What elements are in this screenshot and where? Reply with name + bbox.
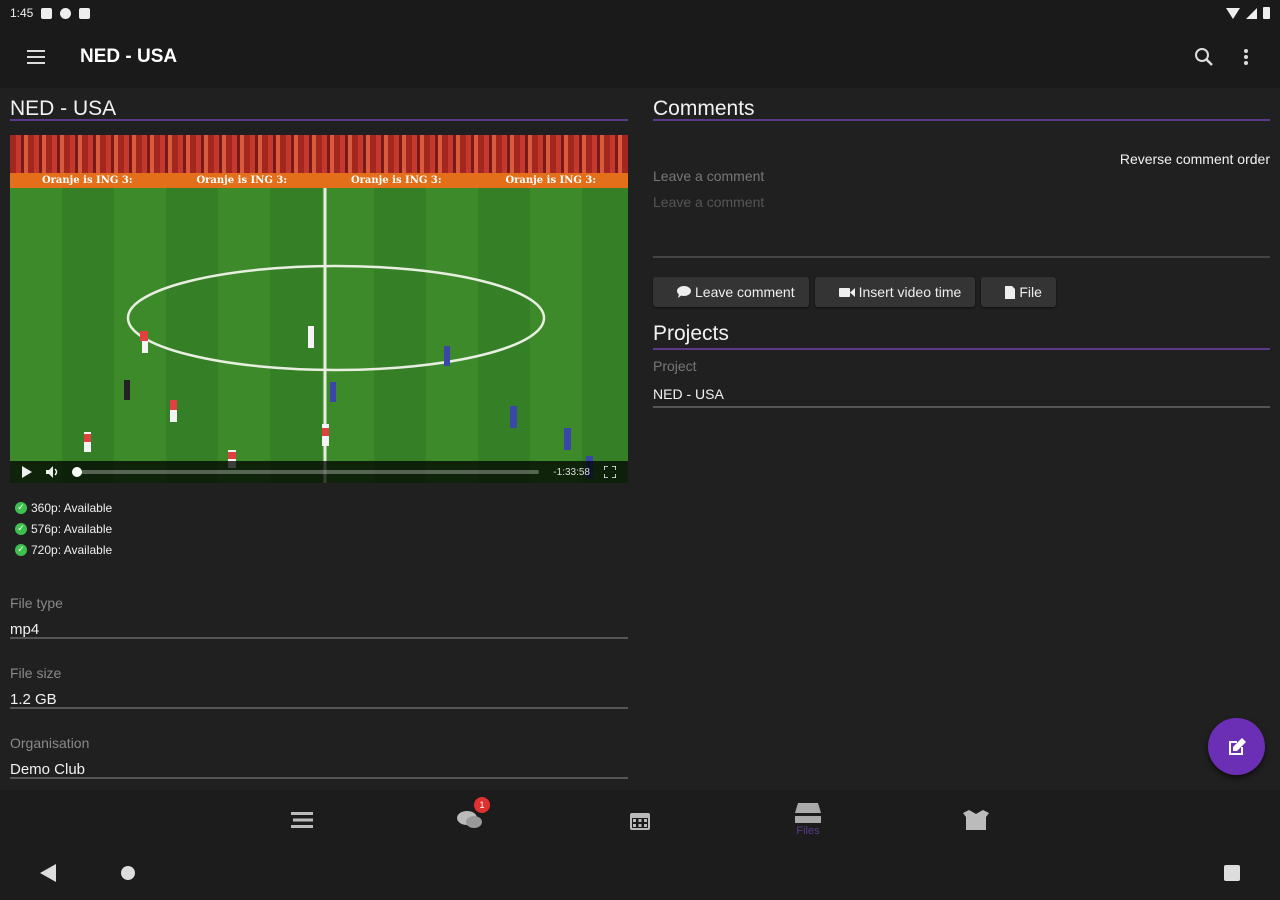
play-icon[interactable]	[22, 466, 32, 478]
nav-item-box[interactable]	[946, 790, 1006, 850]
volume-icon[interactable]	[46, 466, 60, 478]
video-progress-bar[interactable]	[72, 467, 540, 477]
nav-item-list[interactable]	[272, 790, 332, 850]
leave-comment-button[interactable]: Leave comment	[653, 277, 809, 307]
project-field[interactable]: Project NED - USA	[653, 350, 1270, 408]
chat-badge: 1	[474, 797, 490, 813]
quality-item: ✓ 720p: Available	[10, 539, 628, 560]
video-controls: -1:33:58	[10, 461, 628, 483]
comments-panel: Comments Reverse comment order Leave a c…	[653, 88, 1270, 408]
projects-section: Projects Project NED - USA	[653, 318, 1270, 408]
file-title: NED - USA	[10, 88, 628, 121]
video-frame-banner: Oranje is ING 3: Oranje is ING 3: Oranje…	[10, 173, 628, 188]
edit-fab-button[interactable]	[1208, 718, 1265, 775]
project-value: NED - USA	[653, 386, 724, 402]
comment-input[interactable]	[653, 194, 1270, 210]
notification-icon	[41, 7, 53, 19]
file-details-panel: NED - USA Oranje is ING 3: Oranje is ING…	[10, 88, 628, 779]
recents-icon[interactable]	[1224, 865, 1240, 881]
video-time-remaining: -1:33:58	[553, 466, 590, 478]
comment-actions: Leave comment Insert video time File	[653, 277, 1056, 307]
list-icon	[291, 812, 313, 828]
calendar-icon	[630, 813, 650, 830]
check-circle-icon: ✓	[15, 522, 27, 535]
nav-item-calendar[interactable]	[610, 790, 670, 850]
video-frame-crowd	[10, 135, 628, 173]
comment-field[interactable]: Leave a comment	[653, 166, 1270, 258]
comment-bubble-icon	[677, 286, 691, 298]
organisation-label: Organisation	[10, 735, 90, 751]
chat-icon	[457, 811, 482, 828]
quality-item: ✓ 576p: Available	[10, 518, 628, 539]
comment-field-label: Leave a comment	[653, 168, 765, 184]
wifi-icon	[1226, 7, 1240, 19]
file-size-label: File size	[10, 665, 62, 681]
quality-list: ✓ 360p: Available ✓ 576p: Available ✓ 72…	[10, 497, 628, 560]
file-type-label: File type	[10, 595, 63, 611]
quality-item: ✓ 360p: Available	[10, 497, 628, 518]
check-circle-icon: ✓	[15, 543, 27, 556]
nav-item-chat[interactable]: 1	[440, 790, 500, 850]
edit-icon	[1228, 737, 1246, 755]
file-type-value: mp4	[10, 621, 40, 638]
nav-item-files[interactable]: Files	[778, 790, 838, 850]
status-time: 1:45	[10, 6, 34, 20]
more-vert-icon[interactable]	[1234, 45, 1258, 69]
file-size-field: File size 1.2 GB	[10, 655, 628, 709]
check-circle-icon: ✓	[15, 501, 27, 514]
status-bar: 1:45	[0, 0, 1280, 26]
box-icon	[963, 810, 989, 830]
back-icon[interactable]	[40, 864, 56, 882]
notification-icon	[60, 7, 72, 19]
video-camera-icon	[838, 287, 855, 297]
attach-file-button[interactable]: File	[981, 277, 1056, 307]
nav-label-files: Files	[796, 825, 820, 837]
insert-video-time-button[interactable]: Insert video time	[814, 277, 976, 307]
progress-handle[interactable]	[72, 467, 82, 477]
bottom-navigation: 1 Files	[0, 790, 1280, 850]
sd-card-icon	[79, 7, 91, 19]
files-icon	[795, 803, 821, 823]
video-frame-pitch	[10, 188, 628, 483]
projects-title: Projects	[653, 318, 1270, 350]
signal-icon	[1246, 7, 1257, 19]
comments-title: Comments	[653, 88, 1270, 121]
home-icon[interactable]	[120, 865, 136, 881]
file-size-value: 1.2 GB	[10, 691, 57, 708]
app-bar-title: NED - USA	[80, 46, 178, 67]
app-bar: NED - USA	[0, 26, 1280, 88]
file-icon	[1005, 285, 1016, 299]
organisation-field: Organisation Demo Club	[10, 725, 628, 779]
system-navigation	[0, 850, 1280, 900]
battery-icon	[1263, 7, 1270, 19]
file-type-field: File type mp4	[10, 585, 628, 639]
fullscreen-icon[interactable]	[604, 466, 616, 478]
reverse-comment-order-button[interactable]: Reverse comment order	[1120, 151, 1270, 167]
search-icon[interactable]	[1192, 45, 1216, 69]
project-label: Project	[653, 358, 697, 374]
organisation-value: Demo Club	[10, 761, 86, 778]
menu-icon[interactable]	[0, 26, 72, 88]
video-player[interactable]: Oranje is ING 3: Oranje is ING 3: Oranje…	[10, 135, 628, 483]
